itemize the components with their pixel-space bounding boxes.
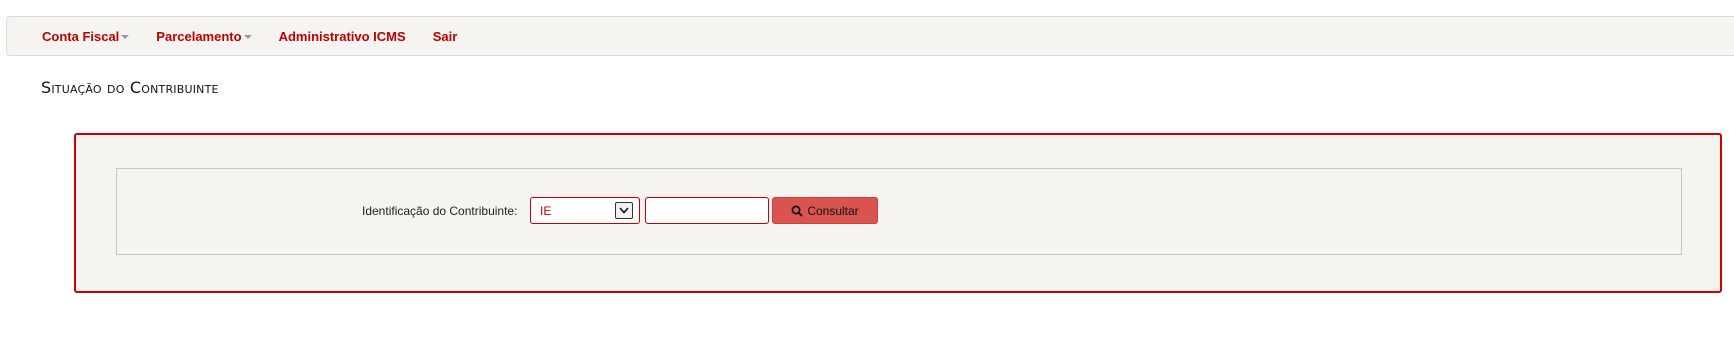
nav-item-label: Conta Fiscal bbox=[42, 28, 120, 44]
nav-item-parcelamento[interactable]: Parcelamento bbox=[156, 28, 252, 44]
search-panel: Identificação do Contribuinte: IE Consul… bbox=[74, 133, 1722, 293]
search-form: Identificação do Contribuinte: IE Consul… bbox=[116, 168, 1682, 255]
nav-item-label: Administrativo ICMS bbox=[278, 28, 406, 44]
caret-down-icon bbox=[121, 34, 130, 39]
id-type-select[interactable]: IE bbox=[530, 197, 640, 224]
search-icon bbox=[791, 205, 804, 217]
chevron-down-icon[interactable] bbox=[615, 202, 633, 219]
nav-item-label: Sair bbox=[432, 28, 458, 44]
top-navbar: Conta Fiscal Parcelamento Administrativo… bbox=[6, 16, 1734, 56]
consultar-button-label: Consultar bbox=[807, 203, 859, 218]
caret-down-icon bbox=[243, 34, 252, 39]
id-type-selected-value: IE bbox=[540, 203, 552, 218]
nav-item-conta-fiscal[interactable]: Conta Fiscal bbox=[42, 28, 130, 44]
nav-item-sair[interactable]: Sair bbox=[433, 29, 458, 44]
contributor-id-input[interactable] bbox=[645, 197, 769, 224]
nav-item-administrativo-icms[interactable]: Administrativo ICMS bbox=[279, 29, 406, 44]
contributor-id-label: Identificação do Contribuinte: bbox=[362, 204, 518, 218]
nav-item-label: Parcelamento bbox=[156, 28, 242, 44]
consultar-button[interactable]: Consultar bbox=[772, 197, 878, 224]
page-title: Situação do Contribuinte bbox=[41, 78, 219, 97]
